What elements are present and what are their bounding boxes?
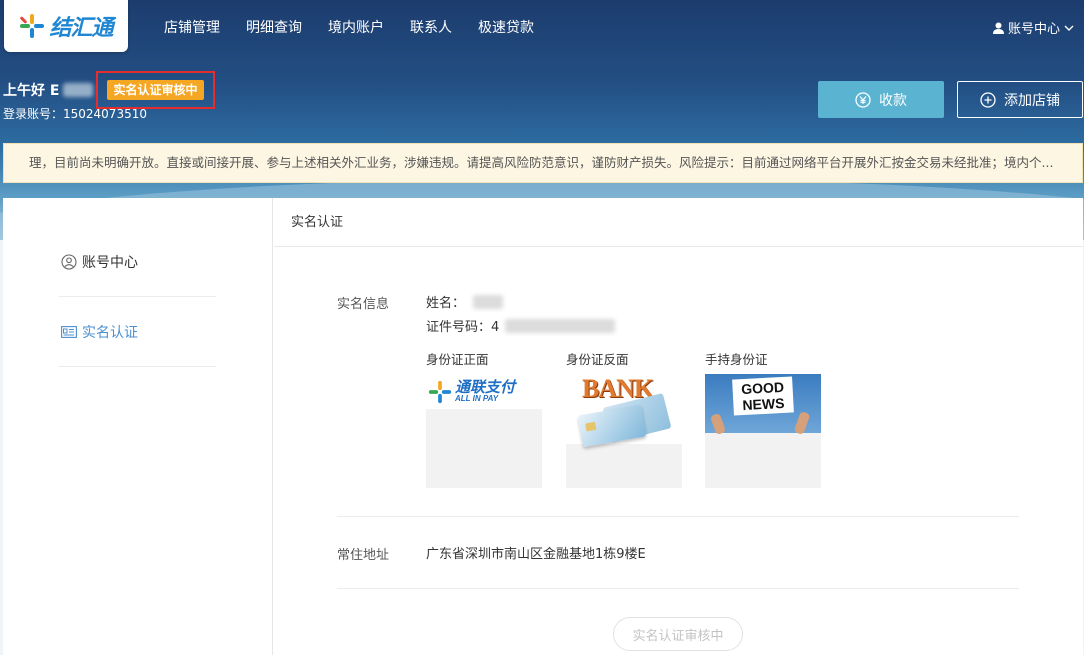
hand-held-id-photo[interactable]: GOOD NEWS: [705, 374, 821, 488]
id-number-label: 证件号码：4: [426, 320, 500, 335]
status-badge: 实名认证审核中: [107, 80, 204, 100]
sidebar-item-label: 账号中心: [82, 254, 138, 271]
greeting-text: 上午好 E: [3, 83, 60, 99]
id-front-label: 身份证正面: [426, 352, 489, 367]
yen-circle-icon: [855, 91, 871, 108]
login-account: 登录账号：15024073510: [3, 107, 147, 121]
greeting: 上午好 E: [3, 80, 94, 100]
address-value: 广东省深圳市南山区金融基地1栋9楼E: [426, 547, 646, 562]
allinpay-logo: 通联支付 ALL IN PAY: [426, 374, 542, 409]
add-shop-button[interactable]: 添加店铺: [957, 81, 1083, 118]
allinpay-mark-icon: [428, 380, 452, 403]
real-name-info-label: 实名信息: [337, 297, 390, 312]
logo-text: 结汇通: [49, 15, 113, 40]
news-text: NEWS: [742, 394, 785, 414]
allinpay-cn: 通联支付: [455, 379, 516, 396]
add-shop-label: 添加店铺: [1004, 92, 1060, 109]
masked-username: [63, 83, 94, 97]
status-highlight-box: 实名认证审核中: [96, 71, 215, 109]
nav-detail-query[interactable]: 明细查询: [246, 17, 302, 37]
sidebar-item-real-name-auth[interactable]: 实名认证: [59, 297, 216, 367]
name-label: 姓名：: [426, 296, 466, 311]
nav-contacts[interactable]: 联系人: [410, 17, 452, 37]
content-card: 账号中心 实名认证 实名认证 实名信息 姓名： 证件号码：4 身份证正面 身份证…: [3, 198, 1083, 655]
good-news-image: GOOD NEWS: [705, 374, 821, 436]
sidebar-item-account-center[interactable]: 账号中心: [59, 227, 216, 297]
verification-pending-button[interactable]: 实名认证审核中: [613, 617, 743, 651]
masked-name: [473, 294, 504, 309]
risk-notice-bar: 理，目前尚未明确开放。直接或间接开展、参与上述相关外汇业务，涉嫌违规。请提高风险…: [3, 143, 1083, 183]
section-divider: [337, 516, 1019, 517]
section-divider: [337, 588, 1019, 589]
address-label: 常住地址: [337, 548, 390, 563]
user-icon: [992, 22, 1004, 34]
allinpay-en: ALL IN PAY: [455, 394, 499, 403]
bank-card-front: [577, 404, 647, 448]
id-number-row: 证件号码：4: [426, 316, 616, 335]
nav-domestic-account[interactable]: 境内账户: [328, 17, 384, 37]
masked-id-number: [505, 318, 616, 333]
id-card-icon: [61, 325, 77, 338]
id-back-photo[interactable]: BANK: [566, 374, 682, 488]
plus-circle-icon: [980, 91, 996, 108]
main-panel: 实名认证 实名信息 姓名： 证件号码：4 身份证正面 身份证反面 手持身份证 通…: [274, 198, 1083, 655]
nav-fast-loan[interactable]: 极速贷款: [478, 17, 534, 37]
name-row: 姓名：: [426, 292, 504, 311]
collect-button[interactable]: 收款: [818, 81, 944, 118]
hand-held-id-label: 手持身份证: [705, 352, 768, 367]
top-nav: 店铺管理 明细查询 境内账户 联系人 极速贷款: [164, 0, 560, 54]
collect-label: 收款: [879, 92, 907, 109]
sidebar: 账号中心 实名认证: [3, 198, 273, 655]
user-circle-icon: [61, 253, 77, 270]
bank-cards-image: BANK: [566, 374, 682, 448]
account-center-menu[interactable]: 账号中心: [992, 18, 1074, 37]
id-front-photo[interactable]: 通联支付 ALL IN PAY: [426, 374, 542, 488]
sidebar-item-label: 实名认证: [82, 324, 138, 341]
nav-shop-management[interactable]: 店铺管理: [164, 17, 220, 37]
chevron-down-icon: [1064, 25, 1074, 31]
panel-title: 实名认证: [274, 198, 1083, 247]
logo-mark-icon: [20, 14, 45, 38]
account-center-label: 账号中心: [1007, 22, 1060, 37]
id-back-label: 身份证反面: [566, 352, 629, 367]
logo[interactable]: 结汇通: [4, 0, 128, 52]
